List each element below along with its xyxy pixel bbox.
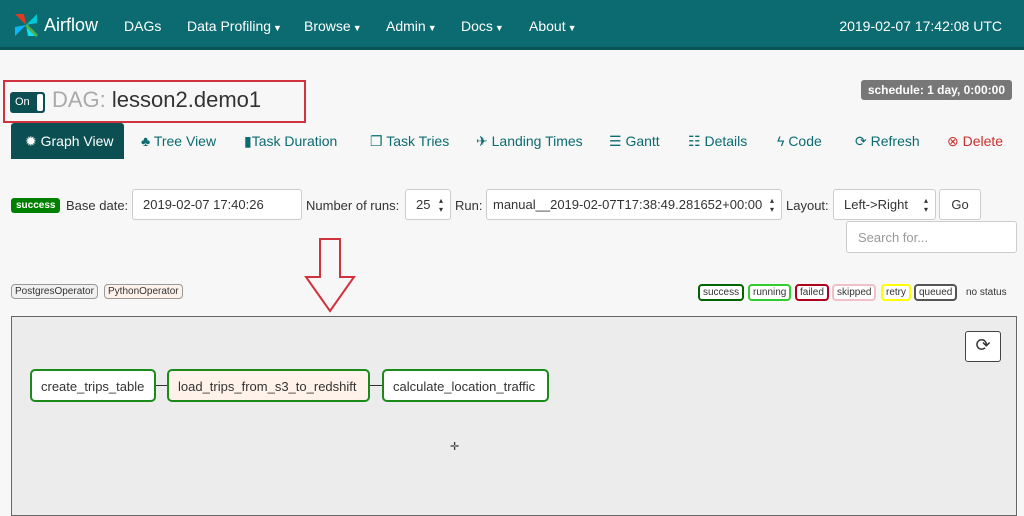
go-button[interactable]: Go <box>939 189 981 220</box>
tab-label: Gantt <box>625 133 660 149</box>
operator-tag: PostgresOperator <box>11 284 98 299</box>
status-badge: success <box>11 198 61 213</box>
brand[interactable]: Airflow <box>12 11 98 39</box>
refresh-icon: ⟳ <box>975 335 991 355</box>
tab-graph-view[interactable]: ✹ Graph View <box>11 123 124 159</box>
tab-landing-times[interactable]: ✈ Landing Times <box>476 133 583 150</box>
flash-icon: ϟ <box>777 133 785 149</box>
tab-label: Code <box>788 133 822 149</box>
task-node[interactable]: load_trips_from_s3_to_redshift <box>167 369 370 402</box>
tab-label: Task Tries <box>386 133 450 149</box>
tab-delete[interactable]: ⊗ Delete <box>947 133 1003 150</box>
dag-label: DAG: <box>52 87 106 112</box>
tab-details[interactable]: ☷ Details <box>688 133 747 150</box>
plane-icon: ✈ <box>476 133 488 149</box>
nav-browse[interactable]: Browse ▼ <box>304 18 362 34</box>
tab-task-duration[interactable]: ▮Task Duration <box>244 133 337 150</box>
tab-label: Graph View <box>40 133 114 149</box>
navbar: Airflow DAGs Data Profiling ▼ Browse ▼ Adm… <box>0 0 1024 50</box>
tab-refresh[interactable]: ⟳ Refresh <box>855 133 920 150</box>
operator-tag: PythonOperator <box>104 284 183 299</box>
dag-toggle[interactable]: On <box>10 92 45 113</box>
bar-chart-icon: ▮ <box>244 133 252 149</box>
nav-label: About <box>529 18 566 34</box>
base-date-input[interactable]: 2019-02-07 17:40:26 <box>132 189 302 220</box>
task-node[interactable]: create_trips_table <box>30 369 156 402</box>
brand-label: Airflow <box>44 14 99 35</box>
legend-no-status[interactable]: no status <box>966 287 1007 298</box>
nav-data-profiling[interactable]: Data Profiling ▼ <box>187 18 282 34</box>
runs-label: Number of runs: <box>306 198 400 213</box>
align-left-icon: ☰ <box>609 133 622 149</box>
layout-label: Layout: <box>786 198 829 213</box>
layout-value: Left->Right <box>844 197 908 212</box>
legend-skipped[interactable]: skipped <box>832 284 877 301</box>
nav-label: Browse <box>304 18 351 34</box>
nav-label: DAGs <box>124 18 162 34</box>
files-icon: ❐ <box>370 133 383 149</box>
tab-tree-view[interactable]: ♣ Tree View <box>141 133 216 149</box>
legend-success[interactable]: success <box>698 284 745 301</box>
nav-docs[interactable]: Docs ▼ <box>461 18 504 34</box>
base-date-label: Base date: <box>66 198 129 213</box>
legend-failed[interactable]: failed <box>795 284 829 301</box>
layout-select[interactable]: Left->Right <box>833 189 936 220</box>
tab-label: Details <box>704 133 748 149</box>
legend-running[interactable]: running <box>748 284 792 301</box>
runs-value: 25 <box>416 197 431 212</box>
cursor-crosshair-icon: ✛ <box>450 441 460 453</box>
legend-retry[interactable]: retry <box>881 284 911 301</box>
page-title: DAG: lesson2.demo1 <box>52 87 261 113</box>
tab-label: Delete <box>962 133 1004 149</box>
remove-circle-icon: ⊗ <box>947 133 959 149</box>
tab-label: Refresh <box>870 133 920 149</box>
arrow-down-icon <box>304 238 356 313</box>
refresh-graph-button[interactable]: ⟳ <box>965 331 1001 362</box>
tab-label: Task Duration <box>251 133 338 149</box>
runs-select[interactable]: 25 <box>405 189 451 220</box>
nav-label: Docs <box>461 18 493 34</box>
airflow-logo-icon <box>15 14 39 38</box>
search-input[interactable]: Search for... <box>846 221 1017 253</box>
run-select[interactable]: manual__2019-02-07T17:38:49.281652+00:00 <box>486 189 782 220</box>
list-icon: ☷ <box>688 133 701 149</box>
caret-down-icon: ▼ <box>494 23 504 33</box>
graph-edge <box>370 385 382 386</box>
nav-label: Admin <box>386 18 426 34</box>
task-node[interactable]: calculate_location_traffic <box>382 369 549 402</box>
run-label: Run: <box>455 198 483 213</box>
caret-down-icon: ▼ <box>273 23 282 33</box>
graph-canvas[interactable] <box>11 316 1017 516</box>
schedule-badge: schedule: 1 day, 0:00:00 <box>860 80 1012 100</box>
tree-icon: ♣ <box>141 133 151 149</box>
nav-dags[interactable]: DAGs <box>124 18 161 34</box>
nav-about[interactable]: About ▼ <box>529 18 577 34</box>
dag-name: lesson2.demo1 <box>111 87 262 112</box>
caret-down-icon: ▼ <box>567 23 577 33</box>
tab-gantt[interactable]: ☰ Gantt <box>609 133 660 150</box>
caret-down-icon: ▼ <box>352 23 362 33</box>
graph-edge <box>156 385 167 386</box>
nav-label: Data Profiling <box>187 18 272 34</box>
server-time: 2019-02-07 17:42:08 UTC <box>839 18 1002 34</box>
caret-down-icon: ▼ <box>427 23 437 33</box>
run-value: manual__2019-02-07T17:38:49.281652+00:00 <box>493 197 763 212</box>
asterisk-icon: ✹ <box>25 133 37 149</box>
legend-queued[interactable]: queued <box>914 284 958 301</box>
tab-code[interactable]: ϟ Code <box>777 133 822 149</box>
tab-label: Landing Times <box>491 133 583 149</box>
refresh-icon: ⟳ <box>855 133 867 149</box>
tab-label: Tree View <box>153 133 217 149</box>
tab-task-tries[interactable]: ❐ Task Tries <box>370 133 449 150</box>
nav-admin[interactable]: Admin ▼ <box>386 18 437 34</box>
